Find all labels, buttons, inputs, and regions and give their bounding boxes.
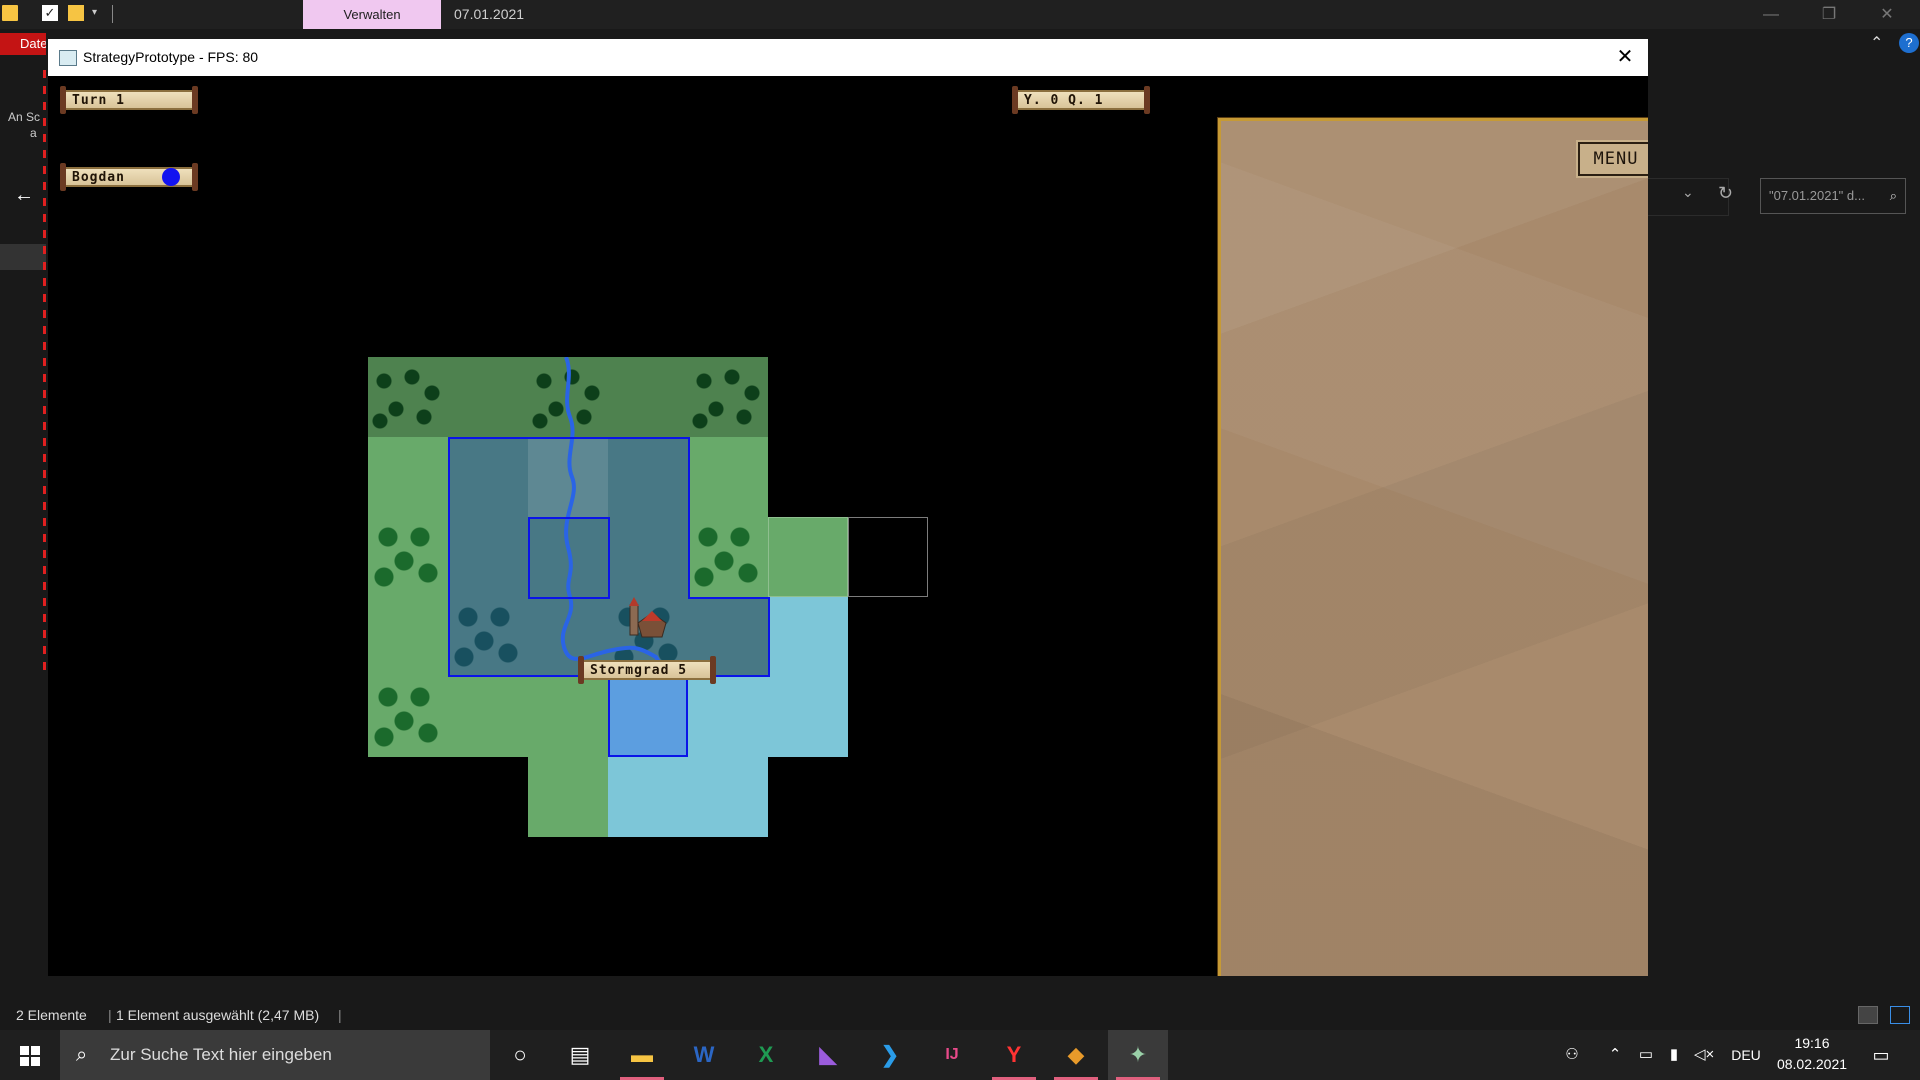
windows-start-icon[interactable] — [0, 1030, 60, 1080]
clock-date: 08.02.2021 — [1776, 1056, 1848, 1072]
status-selection: 1 Element ausgewählt (2,47 MB) — [116, 1007, 320, 1023]
resources-label: Y. 0 Q. 1 — [1024, 93, 1104, 108]
side-text-2: a — [30, 126, 37, 140]
menu-button[interactable]: MENU — [1576, 140, 1648, 178]
turn-label: Turn 1 — [72, 93, 125, 108]
game-map[interactable]: Stormgrad 5 — [368, 357, 928, 837]
intellij-icon[interactable]: IJ — [922, 1030, 982, 1080]
tab-manage[interactable]: Verwalten — [303, 0, 441, 29]
tiles-view-button[interactable] — [1890, 1006, 1910, 1024]
player-indicator: Bogdan — [60, 163, 198, 191]
file-explorer-icon[interactable]: ▬ — [612, 1030, 672, 1080]
search-icon: ⌕ — [1889, 188, 1897, 203]
app-icon — [59, 50, 77, 66]
git-kraken-icon[interactable]: ◆ — [1046, 1030, 1106, 1080]
status-item-count: 2 Elemente — [16, 1007, 87, 1023]
taskbar: ⌕ Zur Suche Text hier eingeben ○ ▤ ▬ W X… — [0, 1030, 1920, 1080]
search-icon: ⌕ — [76, 1044, 88, 1066]
word-icon[interactable]: W — [674, 1030, 734, 1080]
vscode-icon[interactable]: ❯ — [860, 1030, 920, 1080]
tab-file[interactable]: Datei — [0, 33, 46, 55]
explorer-titlebar: ✓ ▾ Verwalten 07.01.2021 — ❐ ✕ — [0, 0, 1920, 29]
chevron-down-icon[interactable]: ⌄ — [1682, 184, 1694, 201]
refresh-icon[interactable]: ↻ — [1718, 183, 1733, 204]
task-view-icon[interactable]: ▤ — [550, 1030, 610, 1080]
chevron-down-icon[interactable]: ▾ — [92, 5, 108, 21]
divider — [112, 5, 113, 23]
nav-selected-item[interactable] — [0, 244, 46, 270]
taskbar-search-input[interactable]: ⌕ Zur Suche Text hier eingeben — [60, 1030, 490, 1080]
search-placeholder: "07.01.2021" d... — [1769, 188, 1865, 203]
maximize-button[interactable]: ❐ — [1806, 0, 1852, 29]
divider: | — [338, 1007, 342, 1023]
player-color-icon — [162, 168, 180, 186]
resources-indicator: Y. 0 Q. 1 — [1012, 86, 1150, 114]
chevron-up-icon[interactable]: ⌃ — [1870, 33, 1883, 53]
battery-icon[interactable]: ▮ — [1664, 1030, 1684, 1080]
usb-icon[interactable]: ▭ — [1636, 1030, 1656, 1080]
divider: | — [108, 1007, 112, 1023]
city-label[interactable]: Stormgrad 5 — [578, 656, 716, 684]
minimize-button[interactable]: — — [1748, 0, 1794, 29]
people-icon[interactable]: ⚇ — [1560, 1030, 1584, 1080]
status-bar: 2 Elemente | 1 Element ausgewählt (2,47 … — [0, 1002, 1920, 1028]
new-folder-icon[interactable] — [68, 5, 84, 21]
volume-muted-icon[interactable]: ◁× — [1694, 1030, 1714, 1080]
close-button[interactable]: ✕ — [1864, 0, 1910, 29]
game-icon[interactable]: ✦ — [1108, 1030, 1168, 1080]
selected-tile[interactable] — [608, 677, 688, 757]
excel-icon[interactable]: X — [736, 1030, 796, 1080]
chevron-up-icon[interactable]: ⌃ — [1605, 1030, 1625, 1080]
clock[interactable]: 19:16 08.02.2021 — [1752, 1033, 1872, 1075]
tab-file-label: Datei — [20, 36, 46, 51]
territory-border — [688, 597, 770, 599]
divider — [43, 70, 46, 670]
game-titlebar: StrategyPrototype - FPS: 80 ✕ — [48, 39, 1648, 76]
properties-icon[interactable]: ✓ — [42, 5, 58, 21]
city-name: Stormgrad 5 — [590, 663, 688, 678]
turn-indicator: Turn 1 — [60, 86, 198, 114]
selected-tile-border[interactable] — [528, 517, 610, 599]
clock-time: 19:16 — [1794, 1035, 1830, 1051]
folder-icon[interactable] — [2, 5, 18, 21]
cortana-icon[interactable]: ○ — [490, 1030, 550, 1080]
search-input[interactable]: "07.01.2021" d... ⌕ — [1760, 178, 1906, 214]
visual-studio-icon[interactable]: ◣ — [798, 1030, 858, 1080]
help-icon[interactable]: ? — [1899, 33, 1919, 53]
game-canvas[interactable]: Turn 1 Bogdan Y. 0 Q. 1 Stormgrad 5 MENU — [48, 76, 1648, 976]
notification-icon[interactable]: ▭ — [1866, 1030, 1896, 1080]
explorer-title: 07.01.2021 — [454, 6, 525, 22]
close-button[interactable]: ✕ — [1602, 39, 1648, 76]
details-view-button[interactable] — [1858, 1006, 1878, 1024]
yandex-browser-icon[interactable]: Y — [984, 1030, 1044, 1080]
side-text-1: An Sc — [8, 110, 41, 124]
side-panel — [1217, 117, 1648, 976]
game-window: StrategyPrototype - FPS: 80 ✕ Turn 1 Bog… — [48, 39, 1648, 976]
back-arrow-icon[interactable]: ← — [14, 184, 34, 207]
taskbar-search-placeholder: Zur Suche Text hier eingeben — [110, 1045, 332, 1064]
player-name: Bogdan — [72, 170, 125, 185]
game-title: StrategyPrototype - FPS: 80 — [83, 49, 259, 65]
